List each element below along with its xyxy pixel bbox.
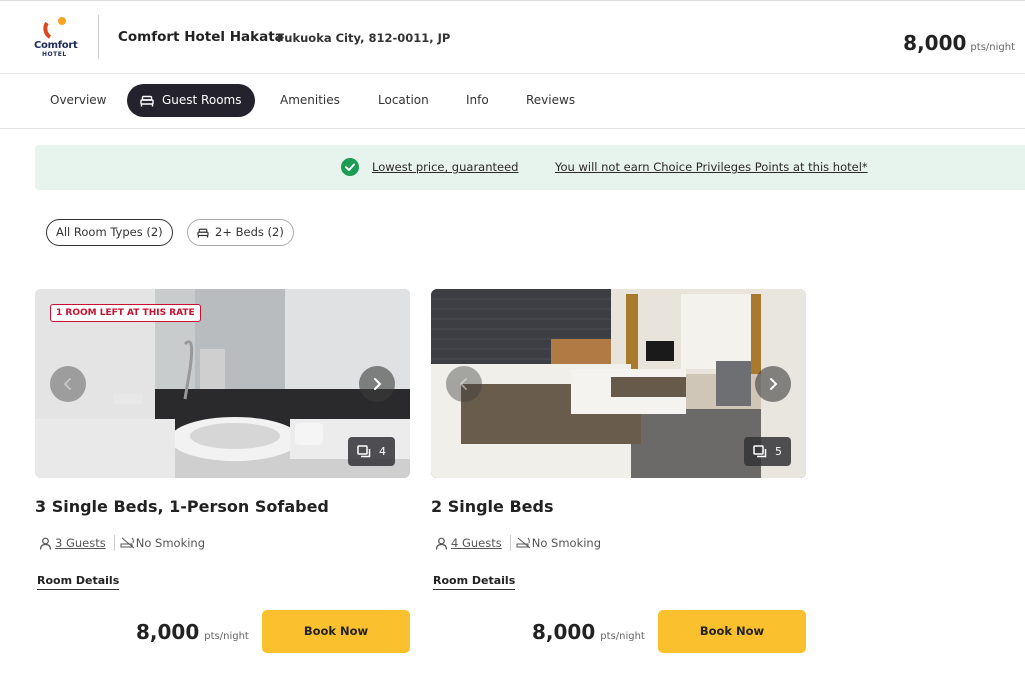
header-price: 8,000 pts/night bbox=[903, 31, 1015, 55]
tab-guest-rooms[interactable]: Guest Rooms bbox=[127, 84, 256, 117]
header-divider bbox=[98, 15, 99, 59]
tab-bar: Overview Guest Rooms Amenities Location … bbox=[0, 74, 1025, 129]
room-card: 5 2 Single Beds 4 Guests No Smoking Room… bbox=[431, 289, 806, 653]
header-price-value: 8,000 bbox=[903, 31, 967, 55]
tab-info[interactable]: Info bbox=[466, 84, 489, 117]
room-price-value: 8,000 bbox=[532, 620, 596, 644]
meta-divider bbox=[113, 535, 115, 551]
guests-link[interactable]: 4 Guests bbox=[451, 536, 502, 550]
no-smoking-icon bbox=[120, 537, 135, 549]
logo-subtext: HOTEL bbox=[42, 51, 67, 58]
tab-amenities[interactable]: Amenities bbox=[280, 84, 340, 117]
hotel-address: Fukuoka City, 812-0011, JP bbox=[277, 31, 451, 45]
no-smoking-icon bbox=[516, 537, 531, 549]
chevron-left-icon bbox=[63, 378, 71, 390]
tab-location[interactable]: Location bbox=[378, 84, 429, 117]
meta-divider bbox=[509, 535, 511, 551]
room-meta: 3 Guests No Smoking bbox=[39, 535, 205, 551]
header-price-unit: pts/night bbox=[970, 42, 1015, 53]
photo-count: 4 bbox=[379, 445, 386, 458]
filter-all-room-types[interactable]: All Room Types (2) bbox=[46, 219, 173, 246]
photo-count: 5 bbox=[775, 445, 782, 458]
lowest-price-link[interactable]: Lowest price, guaranteed bbox=[372, 160, 518, 174]
gallery-icon bbox=[753, 445, 767, 458]
next-photo-button[interactable] bbox=[755, 366, 791, 402]
no-points-link[interactable]: You will not earn Choice Privileges Poin… bbox=[555, 160, 868, 174]
chevron-left-icon bbox=[459, 378, 467, 390]
person-icon bbox=[39, 537, 52, 550]
price-guarantee-banner: Lowest price, guaranteed You will not ea… bbox=[35, 145, 1025, 190]
person-icon bbox=[435, 537, 448, 550]
comfort-logo[interactable]: Comfort HOTEL bbox=[30, 13, 84, 61]
header: Comfort HOTEL Comfort Hotel Hakata Fukuo… bbox=[0, 0, 1025, 74]
room-details-link[interactable]: Room Details bbox=[37, 574, 120, 590]
previous-photo-button[interactable] bbox=[446, 366, 482, 402]
room-price-unit: pts/night bbox=[600, 631, 645, 642]
filter-two-plus-beds[interactable]: 2+ Beds (2) bbox=[187, 219, 294, 246]
smoking-policy: No Smoking bbox=[135, 536, 206, 550]
room-price-unit: pts/night bbox=[204, 631, 249, 642]
book-now-button[interactable]: Book Now bbox=[658, 610, 806, 653]
bed-icon bbox=[140, 95, 154, 106]
room-card: 1 ROOM LEFT AT THIS RATE 4 3 Single Beds… bbox=[35, 289, 410, 653]
hotel-name: Comfort Hotel Hakata bbox=[118, 29, 284, 45]
tab-guest-rooms-label: Guest Rooms bbox=[162, 93, 242, 107]
tab-reviews[interactable]: Reviews bbox=[526, 84, 575, 117]
filter-all-room-types-label: All Room Types (2) bbox=[56, 225, 163, 239]
room-left-badge: 1 ROOM LEFT AT THIS RATE bbox=[50, 304, 201, 322]
book-now-button[interactable]: Book Now bbox=[262, 610, 410, 653]
bed-icon bbox=[197, 228, 209, 238]
room-photo-carousel[interactable]: 1 ROOM LEFT AT THIS RATE 4 bbox=[35, 289, 410, 478]
gallery-icon bbox=[357, 445, 371, 458]
photo-count-badge[interactable]: 5 bbox=[744, 437, 791, 466]
check-circle-icon bbox=[341, 158, 359, 176]
room-title: 3 Single Beds, 1-Person Sofabed bbox=[35, 497, 329, 516]
room-price: 8,000 pts/night bbox=[136, 620, 249, 644]
logo-text: Comfort bbox=[34, 40, 78, 51]
room-photo-carousel[interactable]: 5 bbox=[431, 289, 806, 478]
room-title: 2 Single Beds bbox=[431, 497, 554, 516]
tab-overview[interactable]: Overview bbox=[50, 84, 107, 117]
guests-link[interactable]: 3 Guests bbox=[55, 536, 106, 550]
previous-photo-button[interactable] bbox=[50, 366, 86, 402]
chevron-right-icon bbox=[770, 378, 778, 390]
room-details-link[interactable]: Room Details bbox=[433, 574, 516, 590]
room-price-value: 8,000 bbox=[136, 620, 200, 644]
smoking-policy: No Smoking bbox=[531, 536, 602, 550]
room-price: 8,000 pts/night bbox=[532, 620, 645, 644]
room-meta: 4 Guests No Smoking bbox=[435, 535, 601, 551]
chevron-right-icon bbox=[374, 378, 382, 390]
next-photo-button[interactable] bbox=[359, 366, 395, 402]
filter-two-plus-beds-label: 2+ Beds (2) bbox=[215, 225, 284, 239]
photo-count-badge[interactable]: 4 bbox=[348, 437, 395, 466]
